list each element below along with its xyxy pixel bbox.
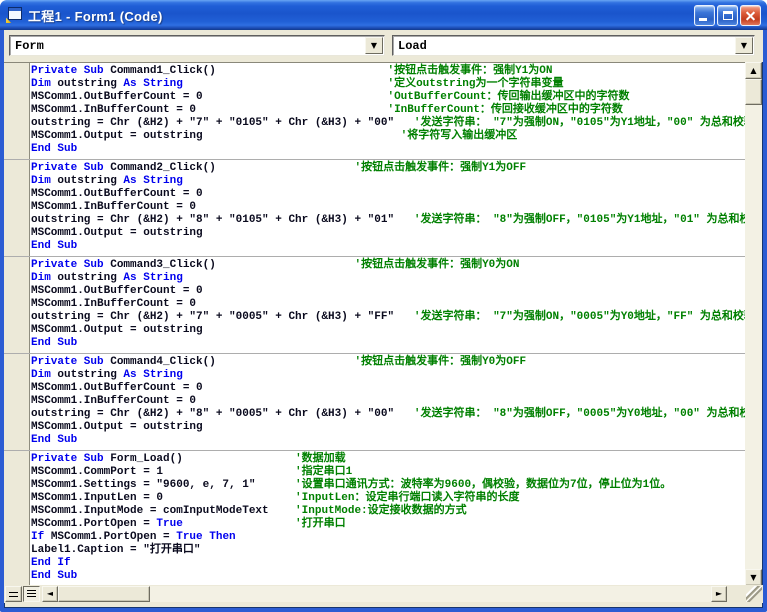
object-dropdown-value: Form bbox=[10, 39, 365, 53]
procedure-view-button[interactable] bbox=[5, 586, 22, 602]
full-module-view-button[interactable] bbox=[23, 586, 40, 602]
arrow-left-icon: ◄ bbox=[43, 587, 57, 601]
code-line[interactable]: Private Sub Form_Load() '数据加载 bbox=[31, 453, 746, 466]
code-line[interactable]: Dim outstring As String bbox=[31, 369, 746, 382]
form-code-icon[interactable] bbox=[6, 7, 23, 23]
full-module-view-icon bbox=[27, 590, 36, 599]
code-line[interactable]: MSComm1.OutBufferCount = 0 bbox=[31, 382, 746, 395]
procedure-dropdown-button[interactable]: ▼ bbox=[735, 37, 753, 54]
code-line[interactable]: MSComm1.InputLen = 0 'InputLen：设定串行端口读入字… bbox=[31, 492, 746, 505]
code-line[interactable]: MSComm1.InBufferCount = 0 bbox=[31, 201, 746, 214]
code-line[interactable]: MSComm1.OutBufferCount = 0 'OutBufferCou… bbox=[31, 91, 746, 104]
procedure-separator bbox=[4, 450, 746, 451]
procedure-separator bbox=[4, 256, 746, 257]
resize-grip[interactable] bbox=[746, 586, 762, 602]
vb-code-window: 工程1 - Form1 (Code) Form ▼ Load ▼ Private… bbox=[0, 0, 767, 612]
code-line[interactable]: MSComm1.InBufferCount = 0 bbox=[31, 395, 746, 408]
margin-indicator-bar bbox=[4, 63, 30, 586]
code-line[interactable]: outstring = Chr (&H2) + "8" + "0005" + C… bbox=[31, 408, 746, 421]
procedure-dropdown[interactable]: Load ▼ bbox=[392, 35, 755, 56]
code-line[interactable]: End Sub bbox=[31, 434, 746, 447]
code-line[interactable]: outstring = Chr (&H2) + "8" + "0105" + C… bbox=[31, 214, 746, 227]
code-line[interactable]: MSComm1.Settings = "9600, e, 7, 1" '设置串口… bbox=[31, 479, 746, 492]
code-line[interactable]: Private Sub Command3_Click() '按钮点击触发事件：强… bbox=[31, 259, 746, 272]
code-line[interactable]: Private Sub Command4_Click() '按钮点击触发事件：强… bbox=[31, 356, 746, 369]
code-line[interactable]: MSComm1.Output = outstring '将字符写入输出缓冲区 bbox=[31, 130, 746, 143]
code-line[interactable]: End Sub bbox=[31, 570, 746, 583]
titlebar[interactable]: 工程1 - Form1 (Code) bbox=[0, 0, 767, 30]
object-dropdown[interactable]: Form ▼ bbox=[9, 35, 385, 56]
code-line[interactable]: Private Sub Command2_Click() '按钮点击触发事件：强… bbox=[31, 162, 746, 175]
arrow-down-icon: ▼ bbox=[746, 570, 761, 585]
code-editor[interactable]: Private Sub Command1_Click() '按钮点击触发事件：强… bbox=[4, 62, 746, 586]
horizontal-scroll-thumb[interactable] bbox=[58, 586, 150, 602]
minimize-button[interactable] bbox=[694, 5, 715, 26]
horizontal-scrollbar[interactable]: ◄ ► bbox=[42, 586, 727, 602]
bottom-bar: ◄ ► bbox=[4, 585, 763, 603]
code-line[interactable]: Label1.Caption = "打开串口" bbox=[31, 544, 746, 557]
close-button[interactable] bbox=[740, 5, 761, 26]
code-line[interactable]: Private Sub Command1_Click() '按钮点击触发事件：强… bbox=[31, 65, 746, 78]
dropdown-row: Form ▼ Load ▼ bbox=[4, 30, 763, 62]
code-line[interactable]: Dim outstring As String '定义outstring为一个字… bbox=[31, 78, 746, 91]
object-dropdown-button[interactable]: ▼ bbox=[365, 37, 383, 54]
form-icon-body bbox=[8, 7, 22, 20]
procedure-view-icon bbox=[9, 592, 18, 597]
code-line[interactable]: MSComm1.Output = outstring bbox=[31, 421, 746, 434]
procedure-separator bbox=[4, 159, 746, 160]
code-line[interactable]: If MSComm1.PortOpen = True Then bbox=[31, 531, 746, 544]
caption-buttons bbox=[694, 5, 761, 26]
scroll-down-button[interactable]: ▼ bbox=[745, 569, 762, 586]
procedure-separator bbox=[4, 353, 746, 354]
chevron-down-icon: ▼ bbox=[366, 38, 382, 53]
code-line[interactable]: MSComm1.OutBufferCount = 0 bbox=[31, 188, 746, 201]
arrow-up-icon: ▲ bbox=[746, 63, 761, 78]
code-line[interactable]: MSComm1.OutBufferCount = 0 bbox=[31, 285, 746, 298]
minimize-icon bbox=[699, 18, 707, 21]
code-line[interactable]: MSComm1.CommPort = 1 '指定串口1 bbox=[31, 466, 746, 479]
code-line[interactable]: End Sub bbox=[31, 337, 746, 350]
code-line[interactable]: MSComm1.Output = outstring bbox=[31, 324, 746, 337]
code-line[interactable]: MSComm1.InBufferCount = 0 bbox=[31, 298, 746, 311]
code-line[interactable]: Dim outstring As String bbox=[31, 272, 746, 285]
code-line[interactable]: outstring = Chr (&H2) + "7" + "0105" + C… bbox=[31, 117, 746, 130]
window-title: 工程1 - Form1 (Code) bbox=[28, 6, 163, 25]
arrow-right-icon: ► bbox=[712, 587, 726, 601]
scroll-up-button[interactable]: ▲ bbox=[745, 62, 762, 79]
chevron-down-icon: ▼ bbox=[736, 38, 752, 53]
maximize-button[interactable] bbox=[717, 5, 738, 26]
code-line[interactable]: outstring = Chr (&H2) + "7" + "0005" + C… bbox=[31, 311, 746, 324]
code-line[interactable]: MSComm1.PortOpen = True '打开串口 bbox=[31, 518, 746, 531]
scroll-right-button[interactable]: ► bbox=[711, 586, 727, 602]
code-line[interactable]: Dim outstring As String bbox=[31, 175, 746, 188]
vertical-scrollbar[interactable]: ▲ ▼ bbox=[745, 62, 762, 586]
code-lines: Private Sub Command1_Click() '按钮点击触发事件：强… bbox=[31, 65, 746, 586]
maximize-icon bbox=[723, 11, 733, 20]
vertical-scroll-thumb[interactable] bbox=[745, 79, 762, 105]
procedure-dropdown-value: Load bbox=[393, 39, 735, 53]
code-line[interactable]: MSComm1.Output = outstring bbox=[31, 227, 746, 240]
code-line[interactable]: MSComm1.InBufferCount = 0 'InBufferCount… bbox=[31, 104, 746, 117]
code-line[interactable]: MSComm1.InputMode = comInputModeText 'In… bbox=[31, 505, 746, 518]
scroll-left-button[interactable]: ◄ bbox=[42, 586, 58, 602]
code-line[interactable]: End If bbox=[31, 557, 746, 570]
code-line[interactable]: End Sub bbox=[31, 240, 746, 253]
code-line[interactable]: End Sub bbox=[31, 143, 746, 156]
